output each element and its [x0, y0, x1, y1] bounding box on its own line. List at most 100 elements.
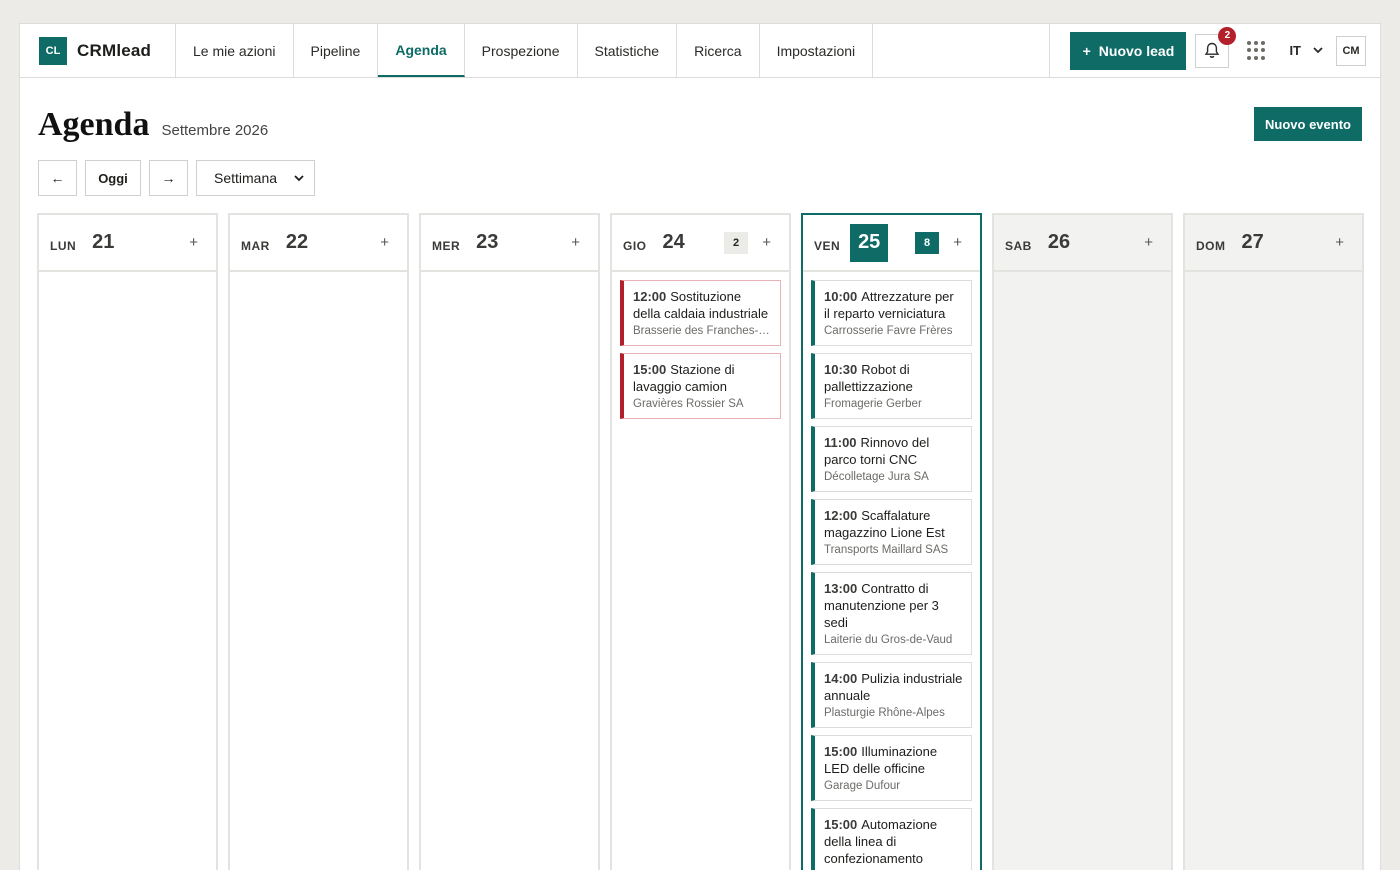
day-number: 22 — [285, 231, 309, 253]
day-header: SAB 26 + — [994, 215, 1171, 272]
next-week-button[interactable]: → — [149, 160, 188, 196]
event-card[interactable]: 13:00 Contratto di manutenzione per 3 sed… — [811, 572, 972, 655]
event-time: 10:00 — [824, 289, 858, 304]
day-body[interactable]: 12:00 Sostituzione della caldaia industri… — [612, 272, 789, 870]
event-time: 12:00 — [633, 289, 667, 304]
nav-item-statistiche[interactable]: Statistiche — [578, 24, 678, 77]
day-header: VEN 25 8 + — [803, 215, 980, 272]
bell-icon — [1205, 42, 1220, 58]
prev-week-button[interactable]: ← — [38, 160, 77, 196]
language-code: IT — [1289, 43, 1301, 58]
add-event-button[interactable]: + — [1335, 234, 1344, 251]
event-client: Plasturgie Rhône-Alpes — [824, 707, 945, 719]
day-body[interactable] — [1185, 272, 1362, 870]
day-number: 21 — [92, 231, 115, 253]
add-event-button[interactable]: + — [1144, 234, 1153, 251]
event-card[interactable]: 10:30 Robot di pallettizzazione Fromagerie… — [811, 353, 972, 419]
event-title-line: 15:00 Automazione della linea di confezio… — [824, 816, 963, 867]
add-event-button[interactable]: + — [953, 234, 962, 251]
event-card[interactable]: 15:00 Illuminazione LED delle officine Gar… — [811, 735, 972, 801]
plus-icon: + — [1082, 42, 1091, 59]
nav-item-agenda[interactable]: Agenda — [378, 24, 465, 77]
event-time: 14:00 — [824, 671, 858, 686]
notifications-button[interactable]: 2 — [1195, 26, 1237, 68]
day-name: DOM — [1196, 238, 1226, 253]
user-avatar[interactable]: CM — [1336, 35, 1366, 66]
nav-item-prospezione[interactable]: Prospezione — [465, 24, 578, 77]
new-event-button[interactable]: Nuovo evento — [1254, 107, 1362, 141]
add-event-button[interactable]: + — [380, 234, 389, 251]
event-title-line: 15:00 Stazione di lavaggio camion — [633, 361, 772, 395]
event-client: Transports Maillard SAS — [824, 544, 949, 556]
event-client: Garage Dufour — [824, 780, 901, 792]
event-count-badge: 2 — [724, 231, 748, 254]
event-time: 12:00 — [824, 508, 858, 523]
day-name: MAR — [241, 238, 270, 253]
event-time: 15:00 — [824, 817, 858, 832]
event-client: Laiterie du Gros-de-Vaud — [824, 634, 953, 646]
day-body[interactable] — [994, 272, 1171, 870]
new-lead-label: Nuovo lead — [1098, 42, 1175, 59]
day-header: MAR 22 + — [230, 215, 407, 272]
event-time: 11:00 — [824, 435, 857, 450]
day-number: 25 — [850, 223, 889, 262]
day-body[interactable] — [39, 272, 216, 870]
event-card[interactable]: 15:00 Stazione di lavaggio camion Gravière… — [620, 353, 781, 419]
topbar-actions: + Nuovo lead 2 IT CM — [1049, 23, 1380, 78]
chevron-down-icon — [1313, 47, 1323, 54]
add-event-button[interactable]: + — [189, 234, 198, 251]
brand[interactable]: CL CRMlead — [20, 24, 176, 77]
page-subtitle: Settembre 2026 — [161, 122, 269, 139]
nav-item-le-mie-azioni[interactable]: Le mie azioni — [176, 24, 294, 77]
day-column-ven: VEN 25 8 +10:00 Attrezzature per il reparto … — [801, 213, 982, 870]
day-column-mer: MER 23 + — [419, 213, 600, 870]
day-column-gio: GIO 24 2 +12:00 Sostituzione della caldaia i… — [610, 213, 791, 870]
event-card[interactable]: 12:00 Sostituzione della caldaia industri… — [620, 280, 781, 346]
apps-grid-icon[interactable] — [1247, 40, 1267, 61]
day-number: 24 — [662, 231, 685, 253]
event-title-line: 14:00 Pulizia industriale annuale — [824, 670, 963, 704]
main-nav: Le mie azioni Pipeline Agenda Prospezione St… — [176, 24, 874, 77]
day-body[interactable] — [230, 272, 407, 870]
day-column-dom: DOM 27 + — [1183, 213, 1364, 870]
language-selector[interactable]: IT — [1289, 43, 1323, 58]
view-select[interactable]: Settimana — [196, 160, 315, 196]
event-client: Carrosserie Favre Frères — [824, 325, 953, 337]
view-select-value: Settimana — [214, 170, 278, 186]
event-card[interactable]: 12:00 Scaffalature magazzino Lione Est Tra… — [811, 499, 972, 565]
event-count-badge: 8 — [915, 231, 939, 254]
day-header: DOM 27 + — [1185, 215, 1362, 272]
day-header: MER 23 + — [421, 215, 598, 272]
event-card[interactable]: 15:00 Automazione della linea di confezio… — [811, 808, 972, 870]
event-title-line: 11:00 Rinnovo del parco torni CNC — [824, 434, 963, 468]
divider — [1049, 23, 1051, 78]
event-client: Fromagerie Gerber — [824, 398, 922, 410]
add-event-button[interactable]: + — [762, 234, 771, 251]
day-name: VEN — [814, 238, 841, 253]
page-header: Agenda Settembre 2026 — [38, 106, 268, 144]
day-name: MER — [432, 238, 461, 253]
event-title-line: 13:00 Contratto di manutenzione per 3 sed… — [824, 580, 963, 631]
add-event-button[interactable]: + — [571, 234, 580, 251]
new-lead-button[interactable]: + Nuovo lead — [1070, 31, 1187, 70]
event-time: 15:00 — [633, 362, 667, 377]
day-name: LUN — [50, 238, 77, 253]
day-column-sab: SAB 26 + — [992, 213, 1173, 870]
day-body[interactable]: 10:00 Attrezzature per il reparto vernici… — [803, 272, 980, 870]
event-card[interactable]: 11:00 Rinnovo del parco torni CNC Décollet… — [811, 426, 972, 492]
event-client: Brasserie des Franches-Montagnes — [633, 325, 772, 337]
today-button[interactable]: Oggi — [85, 160, 141, 196]
nav-item-pipeline[interactable]: Pipeline — [294, 24, 379, 77]
brand-logo: CL — [39, 36, 67, 65]
day-name: SAB — [1005, 238, 1032, 253]
day-header: LUN 21 + — [39, 215, 216, 272]
event-card[interactable]: 14:00 Pulizia industriale annuale Plasturg… — [811, 662, 972, 728]
day-body[interactable] — [421, 272, 598, 870]
day-header: GIO 24 2 + — [612, 215, 789, 272]
nav-item-ricerca[interactable]: Ricerca — [677, 24, 760, 77]
nav-item-impostazioni[interactable]: Impostazioni — [760, 24, 874, 77]
day-number: 23 — [476, 231, 499, 253]
app-window: CL CRMlead Le mie azioni Pipeline Agenda Pr… — [19, 23, 1381, 870]
day-column-lun: LUN 21 + — [37, 213, 218, 870]
event-card[interactable]: 10:00 Attrezzature per il reparto vernici… — [811, 280, 972, 346]
